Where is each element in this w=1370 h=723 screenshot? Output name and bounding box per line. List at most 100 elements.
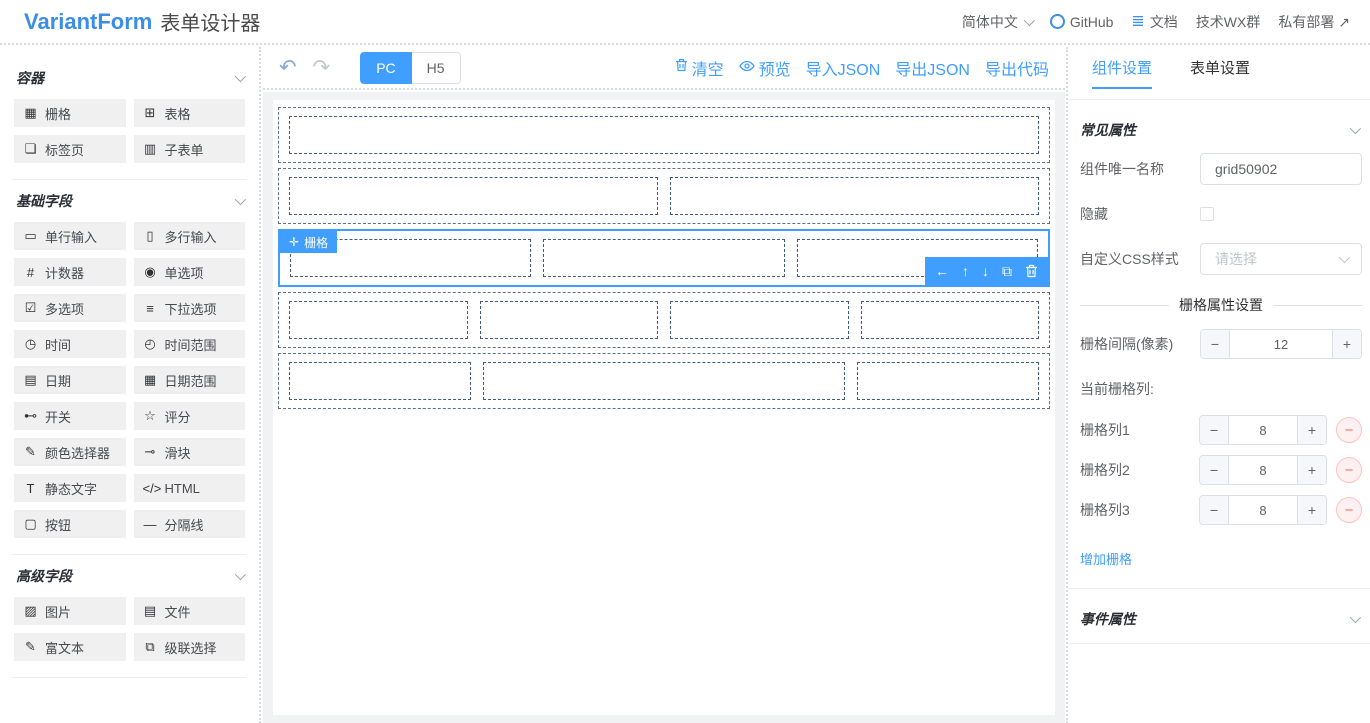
remove-col-button[interactable]: − xyxy=(1336,457,1362,483)
decrease-button[interactable]: − xyxy=(1200,496,1229,524)
grid-column[interactable] xyxy=(479,301,658,339)
unique-name-input[interactable] xyxy=(1200,153,1362,185)
grid-container-3[interactable]: ✛ 栅格 ← ↑ ↓ ⧉ xyxy=(278,229,1050,287)
decrease-button[interactable]: − xyxy=(1200,456,1229,484)
unique-name-row: 组件唯一名称 xyxy=(1080,153,1362,185)
widget-item-rich-editor[interactable]: ✎ 富文本 xyxy=(14,633,126,661)
widget-item-input[interactable]: ▭ 单行输入 xyxy=(14,222,126,250)
widget-item-slider[interactable]: ⊸ 滑块 xyxy=(133,438,245,466)
widget-item-tab[interactable]: ❏ 标签页 xyxy=(14,135,126,163)
toolbar-action-4[interactable]: 导出JSON xyxy=(895,56,970,80)
arrow-up-icon[interactable]: ↑ xyxy=(962,263,969,279)
grid-container-4[interactable] xyxy=(278,292,1050,348)
custom-css-select[interactable]: 请选择 xyxy=(1200,243,1362,275)
grid-container-5[interactable] xyxy=(278,353,1050,409)
nav-link-label: 文档 xyxy=(1149,13,1178,30)
grid-column[interactable] xyxy=(860,301,1039,339)
increase-button[interactable]: + xyxy=(1297,416,1326,444)
widget-item-file[interactable]: ▤ 文件 xyxy=(133,597,245,625)
widget-item-date-range[interactable]: ▦ 日期范围 xyxy=(133,366,245,394)
increase-button[interactable]: + xyxy=(1297,456,1326,484)
widget-item-textarea[interactable]: ▯ 多行输入 xyxy=(133,222,245,250)
toolbar-action-1[interactable]: 清空 xyxy=(675,56,724,80)
nav-link-4[interactable]: 私有部署 ↗ xyxy=(1278,12,1350,32)
grid-column[interactable] xyxy=(289,116,1039,154)
grid-column[interactable] xyxy=(857,362,1039,400)
widget-item-switch[interactable]: ⊷ 开关 xyxy=(14,402,126,430)
tab-form-settings[interactable]: 表单设置 xyxy=(1190,47,1250,89)
grid-column[interactable] xyxy=(483,362,845,400)
nav-link-1[interactable]: GitHub xyxy=(1049,14,1113,30)
toolbar-action-5[interactable]: 导出代码 xyxy=(985,56,1049,80)
grid-col-value[interactable]: 8 xyxy=(1229,416,1297,444)
widget-item-html[interactable]: </> HTML xyxy=(133,474,245,502)
widget-item-time[interactable]: ◷ 时间 xyxy=(14,330,126,358)
widget-item-picture[interactable]: ▨ 图片 xyxy=(14,597,126,625)
arrow-left-icon[interactable]: ← xyxy=(935,263,949,279)
section-header-1[interactable]: 容器 xyxy=(16,67,247,89)
grid-column[interactable] xyxy=(289,362,471,400)
grid-container-1[interactable] xyxy=(278,107,1050,163)
grid-container-2[interactable] xyxy=(278,168,1050,224)
app-logo: VariantForm xyxy=(24,8,153,34)
file-icon: ▤ xyxy=(143,603,157,618)
toolbar-action-2[interactable]: 预览 xyxy=(738,56,791,80)
event-props-header[interactable]: 事件属性 xyxy=(1080,609,1362,629)
grid-column[interactable] xyxy=(543,239,785,277)
cascader-icon: ⧉ xyxy=(145,639,155,654)
grid-col-value[interactable]: 8 xyxy=(1229,456,1297,484)
toolbar-action-3[interactable]: 导入JSON xyxy=(806,56,881,80)
widget-item-grid[interactable]: ▦ 栅格 xyxy=(14,99,126,127)
number-icon: # xyxy=(26,264,35,280)
toolbar-action-label: 导出JSON xyxy=(895,61,970,79)
widget-item-color-picker[interactable]: ✎ 颜色选择器 xyxy=(14,438,126,466)
section-header-2[interactable]: 基础字段 xyxy=(16,190,247,212)
widget-item-number[interactable]: # 计数器 xyxy=(14,258,126,286)
decrease-button[interactable]: − xyxy=(1200,416,1229,444)
gutter-decrease-button[interactable]: − xyxy=(1201,330,1230,358)
copy-icon[interactable]: ⧉ xyxy=(1002,263,1012,280)
widget-item-static-text[interactable]: T 静态文字 xyxy=(14,474,126,502)
grid-column[interactable] xyxy=(670,301,849,339)
widget-item-subform[interactable]: ▥ 子表单 xyxy=(133,135,245,163)
trash-icon[interactable] xyxy=(1025,264,1038,278)
grid-column[interactable] xyxy=(289,301,468,339)
device-tab-pc[interactable]: PC xyxy=(360,51,412,84)
remove-col-button[interactable]: − xyxy=(1336,497,1362,523)
widget-item-table[interactable]: ⊞ 表格 xyxy=(133,99,245,127)
common-props-header[interactable]: 常见属性 xyxy=(1080,120,1362,140)
form-canvas[interactable]: ✛ 栅格 ← ↑ ↓ ⧉ xyxy=(273,100,1055,715)
tab-widget-settings[interactable]: 组件设置 xyxy=(1092,47,1153,89)
redo-icon[interactable]: ↷ xyxy=(313,57,331,78)
widget-item-date[interactable]: ▤ 日期 xyxy=(14,366,126,394)
section-header-3[interactable]: 高级字段 xyxy=(16,565,247,587)
widget-item-cascader[interactable]: ⧉ 级联选择 xyxy=(133,633,245,661)
grid-column[interactable] xyxy=(670,177,1039,215)
gutter-value[interactable]: 12 xyxy=(1230,330,1332,358)
selected-widget-tag[interactable]: ✛ 栅格 xyxy=(280,231,338,253)
slider-icon: ⊸ xyxy=(144,444,156,459)
add-grid-col-link[interactable]: 增加栅格 xyxy=(1080,549,1132,568)
undo-icon[interactable]: ↶ xyxy=(279,57,297,78)
nav-link-2[interactable]: ≣ 文档 xyxy=(1131,12,1177,32)
increase-button[interactable]: + xyxy=(1297,496,1326,524)
grid-col-stepper: −8 + xyxy=(1199,415,1327,445)
widget-item-time-range[interactable]: ◴ 时间范围 xyxy=(133,330,245,358)
language-selector[interactable]: 简体中文 xyxy=(962,12,1035,32)
widget-item-select[interactable]: ≡ 下拉选项 xyxy=(133,294,245,322)
hidden-checkbox[interactable] xyxy=(1200,207,1214,221)
remove-col-button[interactable]: − xyxy=(1336,417,1362,443)
widget-item-rate[interactable]: ☆ 评分 xyxy=(133,402,245,430)
gutter-increase-button[interactable]: + xyxy=(1332,330,1361,358)
arrow-down-icon[interactable]: ↓ xyxy=(982,263,989,279)
grid-col-value[interactable]: 8 xyxy=(1229,496,1297,524)
nav-link-3[interactable]: 技术WX群 xyxy=(1196,12,1261,32)
grid-column[interactable] xyxy=(289,177,658,215)
widget-item-checkbox[interactable]: ☑ 多选项 xyxy=(14,294,126,322)
grid-props-divider: 栅格属性设置 xyxy=(1080,295,1362,315)
widget-item-button[interactable]: ▢ 按钮 xyxy=(14,510,126,538)
panel-divider xyxy=(1068,99,1370,100)
widget-item-radio[interactable]: ◉ 单选项 xyxy=(133,258,245,286)
widget-item-divider[interactable]: — 分隔线 xyxy=(133,510,245,538)
device-tab-h5[interactable]: H5 xyxy=(411,51,461,84)
